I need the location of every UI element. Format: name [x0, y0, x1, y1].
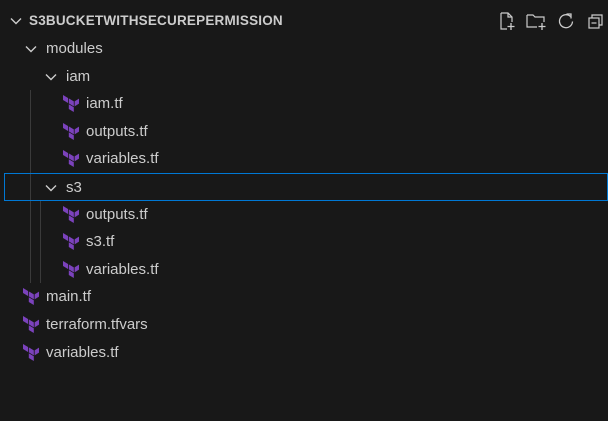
chevron-down-icon[interactable] — [24, 42, 38, 56]
terraform-file-icon — [62, 205, 79, 223]
file-tree: modules iam iam.tf outputs.tf variables.tf s3… — [0, 35, 608, 366]
file-label: iam.tf — [86, 95, 123, 113]
terraform-file-icon — [62, 233, 79, 251]
new-file-icon[interactable] — [496, 10, 518, 32]
tree-file-row[interactable]: terraform.tfvars — [0, 311, 606, 339]
collapse-all-icon[interactable] — [584, 10, 606, 32]
tree-file-row[interactable]: variables.tf — [0, 256, 606, 284]
chevron-down-icon[interactable] — [44, 70, 58, 84]
terraform-file-icon — [62, 122, 79, 140]
new-folder-icon[interactable] — [525, 10, 547, 32]
terraform-file-icon — [62, 260, 79, 278]
tree-file-row[interactable]: variables.tf — [0, 145, 606, 173]
terraform-file-icon — [62, 95, 79, 113]
folder-label: iam — [66, 67, 91, 85]
terraform-file-icon — [22, 315, 39, 333]
folder-label: modules — [46, 40, 103, 57]
folder-label: s3 — [66, 178, 82, 196]
tree-file-row[interactable]: outputs.tf — [0, 201, 606, 229]
tree-file-row[interactable]: iam.tf — [0, 90, 606, 118]
terraform-file-icon — [62, 150, 79, 168]
explorer-view: S3BUCKETWITHSECUREPERMISSION modules iam… — [0, 0, 608, 421]
workspace-folder-title[interactable]: S3BUCKETWITHSECUREPERMISSION — [29, 12, 283, 30]
explorer-section-header[interactable]: S3BUCKETWITHSECUREPERMISSION — [0, 8, 608, 34]
refresh-icon[interactable] — [555, 10, 577, 32]
tree-folder-s3[interactable]: s3 — [4, 172, 608, 201]
terraform-file-icon — [22, 288, 39, 306]
tree-file-row[interactable]: s3.tf — [0, 228, 606, 256]
tree-file-row[interactable]: outputs.tf — [0, 118, 606, 146]
tree-file-row[interactable]: main.tf — [0, 283, 606, 311]
file-label: variables.tf — [46, 343, 119, 361]
terraform-file-icon — [22, 343, 39, 361]
file-label: variables.tf — [86, 150, 159, 168]
file-label: outputs.tf — [86, 205, 148, 223]
file-label: terraform.tfvars — [46, 315, 148, 333]
chevron-down-icon[interactable] — [44, 181, 58, 195]
chevron-down-icon[interactable] — [9, 14, 23, 28]
tree-folder-iam[interactable]: iam — [0, 63, 606, 91]
file-label: variables.tf — [86, 260, 159, 278]
file-label: s3.tf — [86, 233, 115, 251]
file-label: main.tf — [46, 288, 92, 306]
tree-file-row[interactable]: variables.tf — [0, 339, 606, 367]
tree-folder-modules[interactable]: modules — [0, 35, 606, 63]
file-label: outputs.tf — [86, 122, 148, 140]
